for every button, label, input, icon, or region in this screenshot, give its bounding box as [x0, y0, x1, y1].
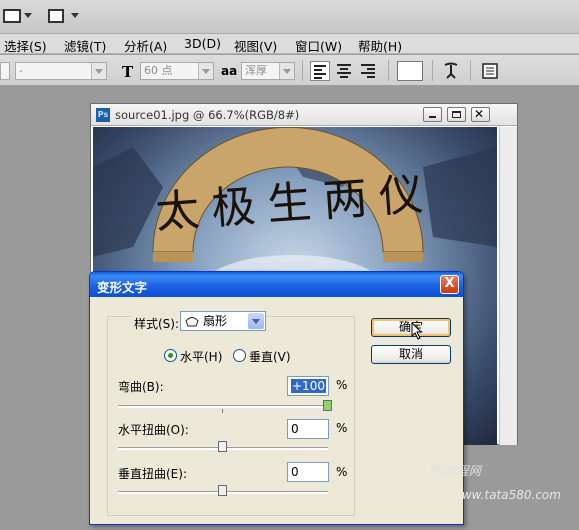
horizontal-radio[interactable] — [164, 349, 177, 362]
options-bar: - T 60 点 aa 浑厚 — [0, 55, 579, 86]
chevron-down-icon[interactable] — [91, 63, 106, 79]
close-icon: ✕ — [474, 107, 485, 121]
menu-bar: 选择(S) 滤镜(T) 分析(A) 3D(D) 视图(V) 窗口(W) 帮助(H… — [0, 34, 579, 54]
dialog-body: 样式(S): 扇形 水平(H) 垂直(V) 弯曲(B): +100 % 水平扭曲… — [94, 297, 459, 521]
antialias-select[interactable]: 浑厚 — [241, 62, 295, 80]
chevron-down-icon[interactable] — [71, 13, 79, 18]
fan-style-icon — [185, 317, 199, 327]
cancel-button[interactable]: 取消 — [371, 345, 451, 364]
horizontal-distortion-input[interactable]: 0 — [287, 419, 329, 439]
dialog-title: 变形文字 — [97, 280, 148, 295]
photoshop-icon: Ps — [96, 108, 110, 122]
bend-value: +100 — [291, 379, 326, 393]
menu-help[interactable]: 帮助(H) — [358, 36, 402, 55]
document-scrollbar[interactable] — [499, 127, 517, 445]
character-panel-icon[interactable] — [481, 62, 499, 80]
app-top-bar — [0, 0, 579, 34]
horizontal-distortion-value: 0 — [291, 422, 299, 436]
watermark-text: PS教程网 — [430, 464, 481, 478]
divider — [388, 60, 389, 81]
bend-slider-track[interactable] — [118, 405, 328, 408]
screen-mode-icon[interactable] — [48, 9, 64, 23]
vertical-distortion-label: 垂直扭曲(E): — [118, 467, 187, 481]
style-label: 样式(S): — [132, 315, 182, 332]
horizontal-distortion-slider-thumb[interactable] — [218, 441, 227, 452]
watermark-url: www.tata580.com — [452, 488, 561, 502]
menu-analysis[interactable]: 分析(A) — [124, 36, 167, 55]
font-size-value: 60 点 — [144, 64, 173, 77]
horizontal-distortion-label: 水平扭曲(O): — [118, 423, 189, 437]
vertical-distortion-input[interactable]: 0 — [287, 462, 329, 482]
slider-center-tick — [222, 409, 223, 413]
align-left-button[interactable] — [310, 61, 330, 81]
bend-input[interactable]: +100 — [287, 376, 329, 396]
bend-slider-thumb[interactable] — [323, 400, 332, 411]
percent-label: % — [336, 378, 348, 392]
maximize-button[interactable] — [447, 107, 466, 122]
menu-window[interactable]: 窗口(W) — [295, 36, 342, 55]
align-right-button[interactable] — [358, 61, 378, 81]
style-value: 扇形 — [203, 314, 228, 328]
dialog-close-button[interactable]: X — [440, 275, 459, 294]
maximize-icon — [452, 111, 461, 118]
vertical-radio[interactable] — [233, 349, 246, 362]
chevron-down-icon[interactable] — [24, 13, 32, 18]
warp-text-icon[interactable] — [441, 61, 461, 81]
horizontal-label: 水平(H) — [180, 350, 223, 364]
chevron-down-icon[interactable] — [248, 313, 264, 329]
mouse-cursor-icon — [411, 322, 423, 340]
divider — [470, 60, 471, 81]
minimize-icon — [429, 116, 436, 118]
warp-settings-group — [107, 316, 355, 516]
divider — [302, 60, 303, 81]
vertical-distortion-value: 0 — [291, 465, 299, 479]
menu-view[interactable]: 视图(V) — [234, 36, 277, 55]
font-size-icon: T — [122, 63, 134, 81]
document-title-bar[interactable]: Ps source01.jpg @ 66.7%(RGB/8#) ✕ — [91, 104, 517, 126]
arrange-documents-icon[interactable] — [3, 9, 21, 23]
font-size-select[interactable]: 60 点 — [140, 62, 214, 80]
dialog-title-bar[interactable]: 变形文字 X — [90, 272, 463, 297]
chevron-down-icon[interactable] — [279, 63, 294, 79]
minimize-button[interactable] — [423, 107, 442, 122]
text-color-swatch[interactable] — [397, 61, 423, 81]
menu-filter[interactable]: 滤镜(T) — [64, 36, 106, 55]
style-select[interactable]: 扇形 — [180, 311, 266, 331]
warp-text-dialog: 变形文字 X 样式(S): 扇形 水平(H) 垂直(V) 弯曲(B): +100… — [89, 271, 464, 525]
divider — [432, 60, 433, 81]
percent-label: % — [336, 421, 348, 435]
antialias-icon: aa — [221, 64, 238, 78]
close-doc-button[interactable]: ✕ — [471, 107, 490, 122]
font-family-select[interactable]: - — [15, 62, 107, 80]
tool-preset-picker[interactable] — [0, 62, 10, 80]
close-icon: X — [444, 276, 455, 291]
bend-label: 弯曲(B): — [118, 380, 164, 394]
vertical-distortion-slider-thumb[interactable] — [218, 485, 227, 496]
document-title: source01.jpg @ 66.7%(RGB/8#) — [115, 108, 300, 122]
chevron-down-icon[interactable] — [198, 63, 213, 79]
font-family-value: - — [19, 64, 23, 77]
menu-select[interactable]: 选择(S) — [4, 36, 47, 55]
vertical-label: 垂直(V) — [249, 350, 291, 364]
menu-3d[interactable]: 3D(D) — [184, 36, 221, 51]
percent-label: % — [336, 465, 348, 479]
align-center-button[interactable] — [334, 61, 354, 81]
antialias-value: 浑厚 — [245, 64, 267, 77]
